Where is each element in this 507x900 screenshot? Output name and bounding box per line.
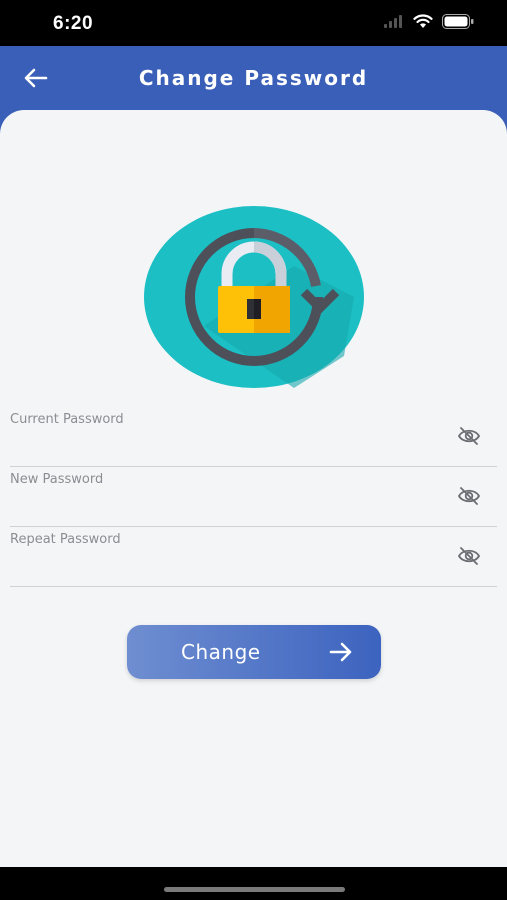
wifi-icon [413,14,433,28]
current-password-field: Current Password [10,406,497,467]
repeat-password-input[interactable] [10,552,444,582]
status-time: 6:20 [53,13,94,34]
status-bar: 6:20 [0,0,507,46]
repeat-password-label: Repeat Password [10,532,121,547]
eye-off-icon[interactable] [457,486,481,506]
eye-off-icon[interactable] [457,546,481,566]
new-password-input[interactable] [10,492,444,522]
status-icons [384,14,474,29]
signal-icon [384,15,402,28]
arrow-right-icon [329,642,352,662]
new-password-label: New Password [10,472,104,487]
new-password-field: New Password [10,466,497,527]
page-title: Change Password [138,66,369,90]
change-button[interactable]: Change [127,625,381,679]
main-content: Current Password New Password Repeat Pas… [0,110,507,867]
home-indicator[interactable] [164,887,345,892]
current-password-input[interactable] [10,432,444,462]
change-button-label: Change [181,640,261,664]
repeat-password-field: Repeat Password [10,526,497,587]
current-password-label: Current Password [10,412,124,427]
battery-icon [442,14,474,29]
eye-off-icon[interactable] [457,426,481,446]
bottom-bar [0,867,507,900]
lock-refresh-icon [144,206,364,388]
